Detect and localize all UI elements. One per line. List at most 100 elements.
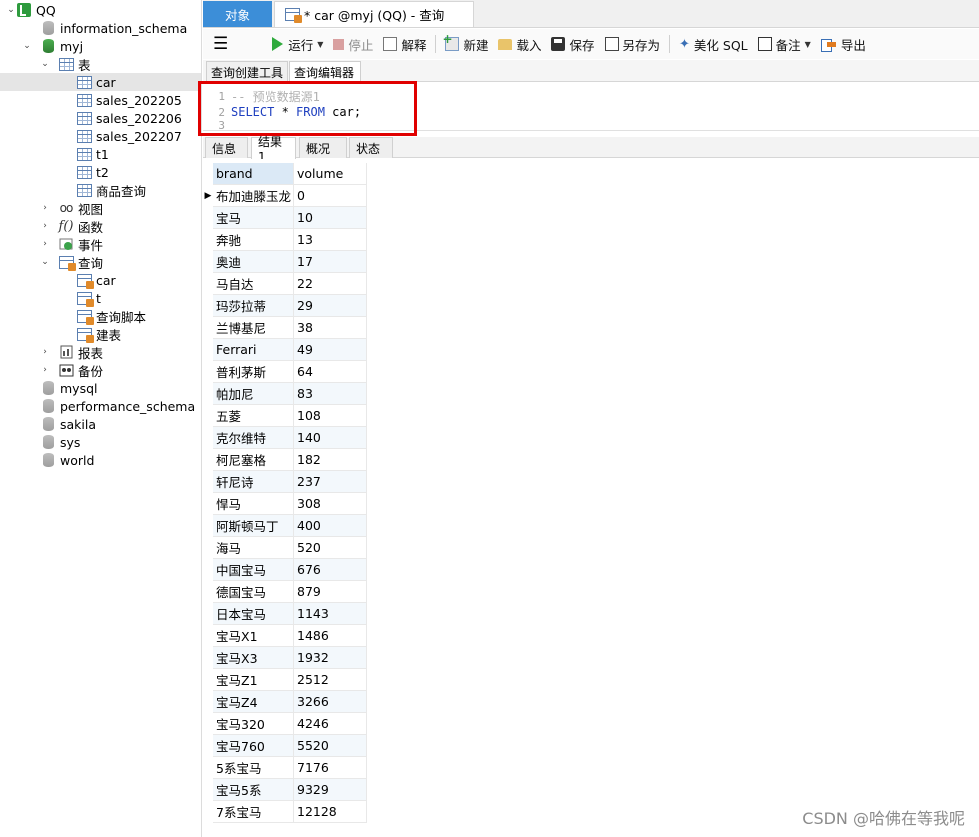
- cell-volume[interactable]: 2512: [294, 669, 367, 691]
- cell-volume[interactable]: 182: [294, 449, 367, 471]
- tree-table-sales-202207[interactable]: sales_202207: [0, 127, 201, 145]
- cell-brand[interactable]: 悍马: [213, 493, 294, 515]
- export-button[interactable]: 导出: [816, 31, 871, 57]
- cell-volume[interactable]: 5520: [294, 735, 367, 757]
- cell-brand[interactable]: 宝马5系: [213, 779, 294, 801]
- cell-volume[interactable]: 1143: [294, 603, 367, 625]
- tree-db-myj[interactable]: ⌄ myj: [0, 37, 201, 55]
- cell-brand[interactable]: 玛莎拉蒂: [213, 295, 294, 317]
- tree-table-t1[interactable]: t1: [0, 145, 201, 163]
- cell-brand[interactable]: 兰博基尼: [213, 317, 294, 339]
- tree-group-events[interactable]: › 事件: [0, 235, 201, 253]
- tree-db-mysql[interactable]: mysql: [0, 379, 201, 397]
- tree-group-views[interactable]: › oo 视图: [0, 199, 201, 217]
- cell-brand[interactable]: Ferrari: [213, 339, 294, 361]
- table-row[interactable]: 奥迪 17: [203, 251, 367, 273]
- cell-volume[interactable]: 879: [294, 581, 367, 603]
- run-icon[interactable]: [272, 37, 284, 51]
- cell-volume[interactable]: 49: [294, 339, 367, 361]
- cell-brand[interactable]: 中国宝马: [213, 559, 294, 581]
- new-button[interactable]: 新建: [440, 31, 493, 57]
- result-grid[interactable]: brand volume ▶ 布加迪滕玉龙 0 宝马 10 奔驰 13 奥迪 17 马自达 22 玛莎…: [203, 159, 979, 837]
- tab-status[interactable]: 状态: [349, 137, 393, 158]
- cell-volume[interactable]: 17: [294, 251, 367, 273]
- cell-brand[interactable]: 宝马320: [213, 713, 294, 735]
- tree-query-t[interactable]: t: [0, 289, 201, 307]
- table-row[interactable]: 马自达 22: [203, 273, 367, 295]
- cell-brand[interactable]: 奔驰: [213, 229, 294, 251]
- table-row[interactable]: 宝马X3 1932: [203, 647, 367, 669]
- cell-brand[interactable]: 帕加尼: [213, 383, 294, 405]
- table-row[interactable]: 克尔维特 140: [203, 427, 367, 449]
- cell-volume[interactable]: 308: [294, 493, 367, 515]
- table-row[interactable]: 玛莎拉蒂 29: [203, 295, 367, 317]
- table-row[interactable]: 宝马X1 1486: [203, 625, 367, 647]
- tree-query-car[interactable]: car: [0, 271, 201, 289]
- table-row[interactable]: 日本宝马 1143: [203, 603, 367, 625]
- table-row[interactable]: 中国宝马 676: [203, 559, 367, 581]
- cell-volume[interactable]: 13: [294, 229, 367, 251]
- cell-volume[interactable]: 7176: [294, 757, 367, 779]
- cell-brand[interactable]: 5系宝马: [213, 757, 294, 779]
- tree-group-backups[interactable]: › 备份: [0, 361, 201, 379]
- table-row[interactable]: 宝马760 5520: [203, 735, 367, 757]
- cell-brand[interactable]: 宝马X3: [213, 647, 294, 669]
- cell-volume[interactable]: 1932: [294, 647, 367, 669]
- cell-volume[interactable]: 4246: [294, 713, 367, 735]
- table-row[interactable]: 阿斯顿马丁 400: [203, 515, 367, 537]
- cell-volume[interactable]: 237: [294, 471, 367, 493]
- cell-brand[interactable]: 宝马760: [213, 735, 294, 757]
- cell-volume[interactable]: 676: [294, 559, 367, 581]
- cell-brand[interactable]: 克尔维特: [213, 427, 294, 449]
- cell-brand[interactable]: 布加迪滕玉龙: [213, 185, 294, 207]
- tab-query-editor[interactable]: 查询编辑器: [289, 61, 361, 82]
- tree-group-functions[interactable]: › f() 函数: [0, 217, 201, 235]
- save-button[interactable]: 保存: [546, 31, 599, 57]
- tree-db-sakila[interactable]: sakila: [0, 415, 201, 433]
- tree-group-tables[interactable]: ⌄ 表: [0, 55, 201, 73]
- table-row[interactable]: 兰博基尼 38: [203, 317, 367, 339]
- table-row[interactable]: 海马 520: [203, 537, 367, 559]
- table-row[interactable]: ▶ 布加迪滕玉龙 0: [203, 185, 367, 207]
- table-row[interactable]: 德国宝马 879: [203, 581, 367, 603]
- table-row[interactable]: 宝马5系 9329: [203, 779, 367, 801]
- cell-brand[interactable]: 五菱: [213, 405, 294, 427]
- cell-brand[interactable]: 轩尼诗: [213, 471, 294, 493]
- cell-brand[interactable]: 阿斯顿马丁: [213, 515, 294, 537]
- cell-brand[interactable]: 7系宝马: [213, 801, 294, 823]
- tree-group-queries[interactable]: ⌄ 查询: [0, 253, 201, 271]
- cell-volume[interactable]: 108: [294, 405, 367, 427]
- table-row[interactable]: 悍马 308: [203, 493, 367, 515]
- tree-query-create-table[interactable]: 建表: [0, 325, 201, 343]
- cell-volume[interactable]: 140: [294, 427, 367, 449]
- table-row[interactable]: Ferrari 49: [203, 339, 367, 361]
- table-row[interactable]: 宝马Z4 3266: [203, 691, 367, 713]
- cell-brand[interactable]: 宝马X1: [213, 625, 294, 647]
- chevron-down-icon[interactable]: ⌄: [22, 37, 32, 55]
- stop-button[interactable]: 停止: [328, 31, 378, 57]
- table-row[interactable]: 普利茅斯 64: [203, 361, 367, 383]
- tree-group-reports[interactable]: › 报表: [0, 343, 201, 361]
- column-header-volume[interactable]: volume: [294, 163, 367, 185]
- tab-result-1[interactable]: 结果1: [251, 135, 296, 164]
- table-row[interactable]: 帕加尼 83: [203, 383, 367, 405]
- tree-table-product-query[interactable]: 商品查询: [0, 181, 201, 199]
- chevron-down-icon[interactable]: ▼: [805, 40, 811, 49]
- cell-volume[interactable]: 3266: [294, 691, 367, 713]
- load-button[interactable]: 载入: [493, 31, 546, 57]
- save-as-button[interactable]: 另存为: [600, 31, 666, 57]
- cell-brand[interactable]: 马自达: [213, 273, 294, 295]
- cell-volume[interactable]: 0: [294, 185, 367, 207]
- table-row[interactable]: 五菱 108: [203, 405, 367, 427]
- chevron-right-icon[interactable]: ›: [40, 343, 50, 361]
- cell-volume[interactable]: 12128: [294, 801, 367, 823]
- table-row[interactable]: 宝马 10: [203, 207, 367, 229]
- cell-volume[interactable]: 9329: [294, 779, 367, 801]
- tree-table-car[interactable]: car: [0, 73, 201, 91]
- tree-table-sales-202206[interactable]: sales_202206: [0, 109, 201, 127]
- cell-volume[interactable]: 1486: [294, 625, 367, 647]
- table-row[interactable]: 宝马320 4246: [203, 713, 367, 735]
- chevron-down-icon[interactable]: ⌄: [40, 253, 50, 271]
- tree-db-sys[interactable]: sys: [0, 433, 201, 451]
- table-row[interactable]: 轩尼诗 237: [203, 471, 367, 493]
